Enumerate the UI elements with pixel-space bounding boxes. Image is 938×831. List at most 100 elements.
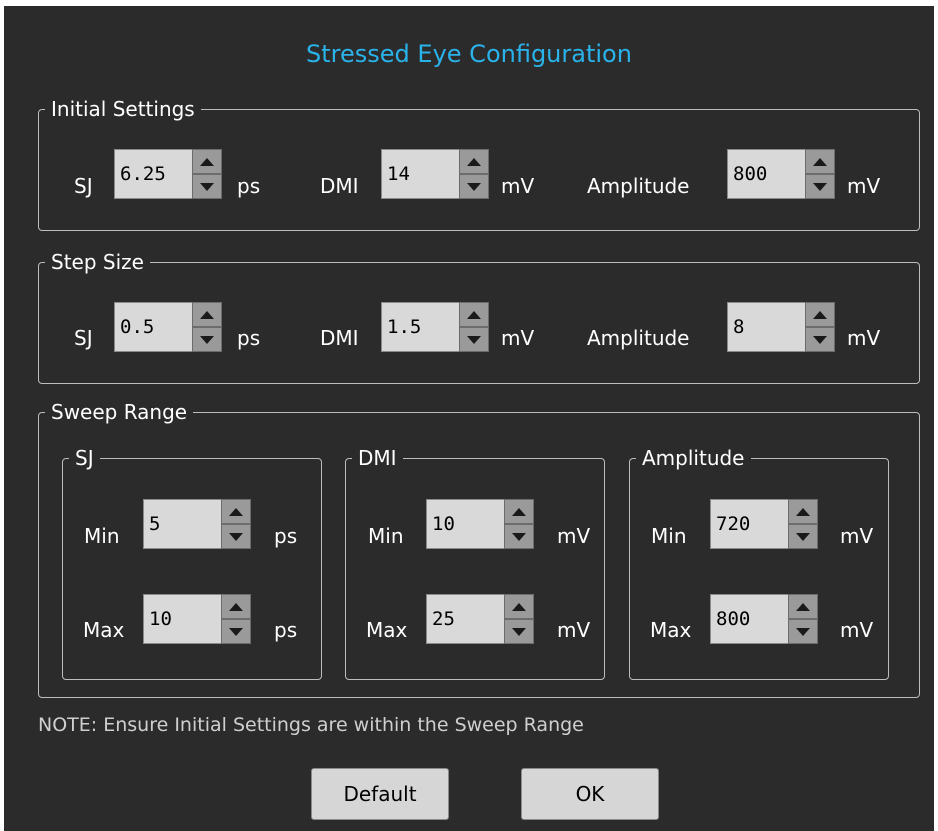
- initial-amplitude-decrement-button[interactable]: [805, 174, 835, 199]
- step-dmi-input[interactable]: 1.5: [381, 302, 459, 352]
- step-dmi-unit: mV: [501, 326, 535, 350]
- arrow-down-icon: [229, 627, 243, 636]
- step-sj-input[interactable]: 0.5: [114, 302, 192, 352]
- step-amplitude-increment-button[interactable]: [805, 302, 835, 327]
- arrow-down-icon: [229, 532, 243, 541]
- sweep-amplitude-max-label: Max: [650, 618, 692, 642]
- sweep-sj-min-label: Min: [84, 524, 120, 548]
- sweep-sj-group: SJ: [62, 448, 322, 680]
- sweep-sj-min-spinbox[interactable]: 5: [143, 499, 253, 549]
- initial-dmi-spinbox[interactable]: 14: [381, 149, 491, 199]
- arrow-up-icon: [200, 310, 214, 319]
- sweep-dmi-max-input[interactable]: 25: [426, 594, 504, 644]
- step-amplitude-input[interactable]: 8: [727, 302, 805, 352]
- sweep-amplitude-max-spinbox[interactable]: 800: [710, 594, 820, 644]
- sweep-sj-min-increment-button[interactable]: [221, 499, 251, 524]
- initial-sj-increment-button[interactable]: [192, 149, 222, 174]
- step-dmi-increment-button[interactable]: [459, 302, 489, 327]
- dialog-title: Stressed Eye Configuration: [306, 40, 632, 68]
- step-dmi-spinbox[interactable]: 1.5: [381, 302, 491, 352]
- step-amplitude-spinbox[interactable]: 8: [727, 302, 837, 352]
- initial-sj-decrement-button[interactable]: [192, 174, 222, 199]
- arrow-up-icon: [813, 157, 827, 166]
- arrow-up-icon: [200, 157, 214, 166]
- sweep-amplitude-min-decrement-button[interactable]: [788, 524, 818, 549]
- initial-dmi-increment-button[interactable]: [459, 149, 489, 174]
- sweep-dmi-max-unit: mV: [557, 618, 591, 642]
- arrow-down-icon: [467, 335, 481, 344]
- arrow-down-icon: [512, 627, 526, 636]
- step-sj-decrement-button[interactable]: [192, 327, 222, 352]
- sweep-sj-min-decrement-button[interactable]: [221, 524, 251, 549]
- initial-sj-label: SJ: [74, 174, 93, 198]
- sweep-dmi-min-decrement-button[interactable]: [504, 524, 534, 549]
- step-sj-label: SJ: [74, 326, 93, 350]
- sweep-range-legend: Sweep Range: [51, 400, 188, 424]
- step-amplitude-label: Amplitude: [587, 326, 690, 350]
- arrow-up-icon: [467, 157, 481, 166]
- initial-amplitude-spinbox[interactable]: 800: [727, 149, 837, 199]
- sweep-dmi-min-increment-button[interactable]: [504, 499, 534, 524]
- step-sj-spinbox[interactable]: 0.5: [114, 302, 224, 352]
- step-dmi-label: DMI: [320, 326, 359, 350]
- step-amplitude-unit: mV: [847, 326, 881, 350]
- sweep-amplitude-legend: Amplitude: [642, 446, 745, 470]
- sweep-amplitude-min-unit: mV: [840, 524, 874, 548]
- arrow-up-icon: [813, 310, 827, 319]
- arrow-up-icon: [512, 602, 526, 611]
- initial-sj-unit: ps: [237, 174, 261, 198]
- initial-sj-input[interactable]: 6.25: [114, 149, 192, 199]
- sweep-sj-max-unit: ps: [274, 618, 298, 642]
- sweep-amplitude-max-decrement-button[interactable]: [788, 619, 818, 644]
- arrow-down-icon: [512, 532, 526, 541]
- sweep-amplitude-min-input[interactable]: 720: [710, 499, 788, 549]
- sweep-sj-max-increment-button[interactable]: [221, 594, 251, 619]
- sweep-sj-max-input[interactable]: 10: [143, 594, 221, 644]
- arrow-up-icon: [512, 507, 526, 516]
- sweep-dmi-max-increment-button[interactable]: [504, 594, 534, 619]
- arrow-up-icon: [467, 310, 481, 319]
- sweep-dmi-max-decrement-button[interactable]: [504, 619, 534, 644]
- step-amplitude-decrement-button[interactable]: [805, 327, 835, 352]
- stressed-eye-dialog: Stressed Eye Configuration Initial Setti…: [4, 6, 934, 831]
- sweep-amplitude-max-increment-button[interactable]: [788, 594, 818, 619]
- default-button[interactable]: Default: [311, 768, 449, 820]
- sweep-sj-max-decrement-button[interactable]: [221, 619, 251, 644]
- sweep-sj-min-unit: ps: [274, 524, 298, 548]
- sweep-amplitude-max-unit: mV: [840, 618, 874, 642]
- arrow-down-icon: [200, 335, 214, 344]
- arrow-down-icon: [796, 532, 810, 541]
- arrow-up-icon: [796, 602, 810, 611]
- initial-settings-legend: Initial Settings: [51, 97, 195, 121]
- sweep-amplitude-max-input[interactable]: 800: [710, 594, 788, 644]
- initial-amplitude-label: Amplitude: [587, 174, 690, 198]
- step-sj-increment-button[interactable]: [192, 302, 222, 327]
- step-sj-unit: ps: [237, 326, 261, 350]
- arrow-up-icon: [229, 602, 243, 611]
- sweep-dmi-legend: DMI: [358, 446, 397, 470]
- arrow-down-icon: [796, 627, 810, 636]
- step-dmi-decrement-button[interactable]: [459, 327, 489, 352]
- sweep-dmi-max-spinbox[interactable]: 25: [426, 594, 536, 644]
- initial-dmi-input[interactable]: 14: [381, 149, 459, 199]
- sweep-dmi-max-label: Max: [366, 618, 408, 642]
- arrow-up-icon: [229, 507, 243, 516]
- note-text: NOTE: Ensure Initial Settings are within…: [38, 714, 584, 736]
- initial-sj-spinbox[interactable]: 6.25: [114, 149, 224, 199]
- sweep-dmi-min-unit: mV: [557, 524, 591, 548]
- sweep-dmi-min-spinbox[interactable]: 10: [426, 499, 536, 549]
- sweep-amplitude-group: Amplitude: [629, 448, 889, 680]
- sweep-sj-max-spinbox[interactable]: 10: [143, 594, 253, 644]
- ok-button[interactable]: OK: [521, 768, 659, 820]
- arrow-down-icon: [467, 182, 481, 191]
- sweep-sj-min-input[interactable]: 5: [143, 499, 221, 549]
- arrow-down-icon: [200, 182, 214, 191]
- initial-amplitude-increment-button[interactable]: [805, 149, 835, 174]
- initial-amplitude-input[interactable]: 800: [727, 149, 805, 199]
- initial-dmi-decrement-button[interactable]: [459, 174, 489, 199]
- sweep-amplitude-min-increment-button[interactable]: [788, 499, 818, 524]
- initial-dmi-unit: mV: [501, 174, 535, 198]
- sweep-dmi-min-input[interactable]: 10: [426, 499, 504, 549]
- sweep-amplitude-min-spinbox[interactable]: 720: [710, 499, 820, 549]
- sweep-sj-max-label: Max: [83, 618, 125, 642]
